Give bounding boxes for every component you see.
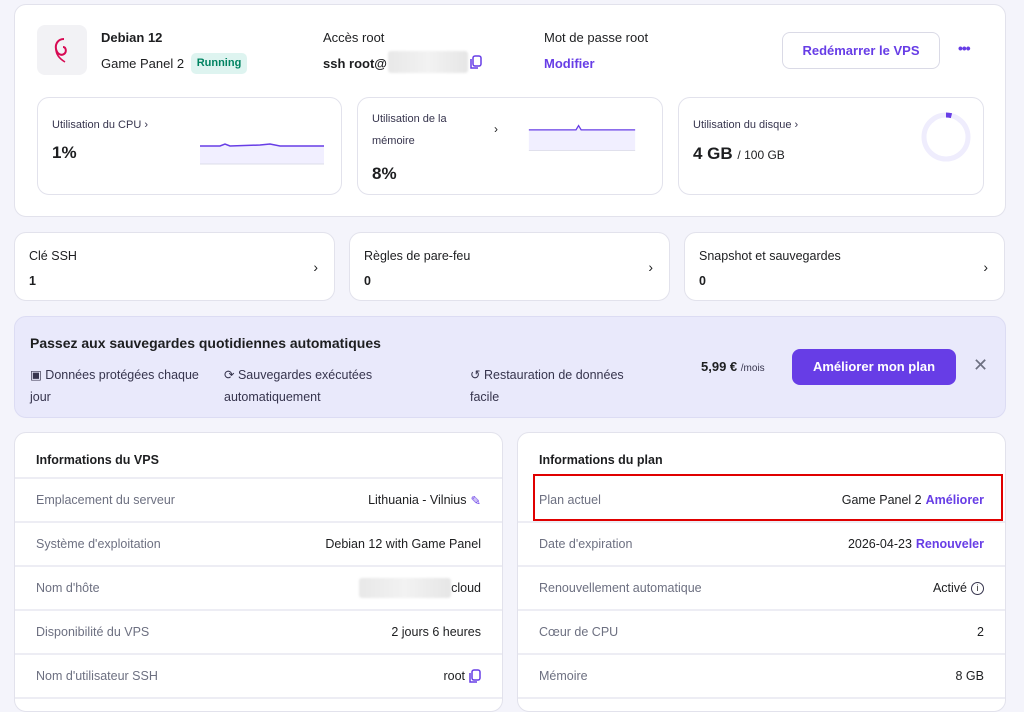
memory-value: 8% xyxy=(372,164,397,183)
calendar-icon: ▣ xyxy=(30,368,42,382)
vps-info-title: Informations du VPS xyxy=(36,453,159,467)
vps-info-panel: Informations du VPS Emplacement du serve… xyxy=(14,432,503,712)
memory-sparkline xyxy=(528,124,636,151)
history-icon: ↺ xyxy=(470,368,481,382)
cpu-cores: 2 xyxy=(977,625,984,639)
info-row xyxy=(15,697,502,711)
chevron-right-icon: › xyxy=(983,259,988,275)
row-label: Cœur de CPU xyxy=(539,625,619,639)
ssh-key-title: Clé SSH xyxy=(29,249,77,263)
chevron-right-icon: › xyxy=(648,259,653,275)
chevron-right-icon: › xyxy=(494,122,498,136)
snapshots-title: Snapshot et sauvegardes xyxy=(699,249,841,263)
disk-used: 4 GB xyxy=(693,144,733,163)
debian-logo xyxy=(37,25,87,75)
uptime: 2 jours 6 heures xyxy=(391,625,481,639)
ssh-command: ssh root@ xyxy=(323,56,387,71)
snapshots-count: 0 xyxy=(699,274,706,288)
memory: 8 GB xyxy=(955,669,985,683)
highlight-box xyxy=(533,474,1003,521)
banner-title: Passez aux sauvegardes quotidiennes auto… xyxy=(30,335,381,351)
feature-text: jour xyxy=(30,390,51,404)
info-icon[interactable]: i xyxy=(971,581,984,595)
info-row: Emplacement du serveur Lithuania - Vilniu… xyxy=(15,477,502,521)
row-label: Nom d'utilisateur SSH xyxy=(36,669,158,683)
cpu-label: Utilisation du CPU xyxy=(52,119,142,131)
disk-label: Utilisation du disque xyxy=(693,119,792,131)
firewall-rules-card[interactable]: Règles de pare-feu 0 › xyxy=(349,232,670,301)
info-row: Nom d'hôte cloud xyxy=(15,565,502,609)
ssh-key-count: 1 xyxy=(29,274,36,288)
info-row: Disponibilité du VPS 2 jours 6 heures xyxy=(15,609,502,653)
snapshots-card[interactable]: Snapshot et sauvegardes 0 › xyxy=(684,232,1005,301)
refresh-icon: ⟳ xyxy=(224,368,235,382)
row-label: Date d'expiration xyxy=(539,537,633,551)
price-period: /mois xyxy=(740,363,765,374)
info-row: Renouvellement automatique Activé i xyxy=(518,565,1005,609)
feature-text: Données protégées chaque xyxy=(45,368,199,382)
firewall-count: 0 xyxy=(364,274,371,288)
chevron-right-icon: › xyxy=(794,119,799,131)
ssh-username: root xyxy=(443,669,465,683)
feature-text: automatiquement xyxy=(224,390,321,404)
os-name: Debian 12 xyxy=(101,30,163,45)
auto-renewal-status: Activé xyxy=(932,581,967,595)
hostname-redacted xyxy=(359,578,452,598)
hostname: cloud xyxy=(451,581,481,595)
firewall-title: Règles de pare-feu xyxy=(364,249,471,263)
upgrade-plan-button[interactable]: Améliorer mon plan xyxy=(792,349,956,385)
memory-label-1: Utilisation de la xyxy=(372,113,447,125)
feature-restore: ↺ Restauration de données facile xyxy=(470,364,624,408)
ssh-key-card[interactable]: Clé SSH 1 › xyxy=(14,232,335,301)
feature-text: facile xyxy=(470,390,500,404)
feature-text: Restauration de données xyxy=(483,368,624,382)
price: 5,99 € xyxy=(701,359,738,374)
close-icon[interactable]: ✕ xyxy=(973,355,988,376)
renew-link[interactable]: Renouveler xyxy=(916,537,984,551)
feature-automatic: ⟳ Sauvegardes exécutées automatiquement xyxy=(224,364,372,408)
row-label: Mémoire xyxy=(539,669,588,683)
edit-icon[interactable]: ✎ xyxy=(471,493,481,508)
memory-label-2: mémoire xyxy=(372,135,415,147)
info-row xyxy=(518,697,1005,711)
copy-icon[interactable] xyxy=(470,55,482,69)
plan-info-title: Informations du plan xyxy=(539,453,663,467)
feature-daily: ▣ Données protégées chaque jour xyxy=(30,364,199,408)
info-row: Système d'exploitation Debian 12 with Gam… xyxy=(15,521,502,565)
operating-system: Debian 12 with Game Panel xyxy=(325,537,481,551)
more-options-icon[interactable]: ••• xyxy=(958,40,971,56)
server-location: Lithuania - Vilnius xyxy=(368,493,467,507)
row-label: Renouvellement automatique xyxy=(539,581,702,595)
root-password-label: Mot de passe root xyxy=(544,30,649,45)
root-access-label: Accès root xyxy=(323,30,385,45)
restart-vps-button[interactable]: Redémarrer le VPS xyxy=(782,32,940,69)
cpu-value: 1% xyxy=(52,143,77,162)
backup-upsell-banner: Passez aux sauvegardes quotidiennes auto… xyxy=(14,316,1006,418)
chevron-right-icon: › xyxy=(313,259,318,275)
row-label: Disponibilité du VPS xyxy=(36,625,150,639)
memory-usage-card[interactable]: Utilisation de la mémoire › 8% xyxy=(357,97,663,195)
disk-gauge xyxy=(921,112,971,162)
chevron-right-icon: › xyxy=(144,119,148,131)
ip-redacted xyxy=(388,51,468,73)
info-row: Mémoire 8 GB xyxy=(518,653,1005,697)
cpu-usage-card[interactable]: Utilisation du CPU › 1% xyxy=(37,97,342,195)
info-row: Nom d'utilisateur SSH root xyxy=(15,653,502,697)
info-row: Date d'expiration 2026-04-23 Renouveler xyxy=(518,521,1005,565)
disk-total: / 100 GB xyxy=(737,148,785,162)
cpu-sparkline xyxy=(200,143,324,165)
modify-password-link[interactable]: Modifier xyxy=(544,56,595,71)
row-label: Système d'exploitation xyxy=(36,537,161,551)
disk-usage-card[interactable]: Utilisation du disque › 4 GB / 100 GB xyxy=(678,97,984,195)
info-row: Cœur de CPU 2 xyxy=(518,609,1005,653)
row-label: Emplacement du serveur xyxy=(36,493,175,507)
copy-icon[interactable] xyxy=(469,669,481,683)
row-label: Nom d'hôte xyxy=(36,581,100,595)
feature-text: Sauvegardes exécutées xyxy=(237,368,373,382)
expiration-date: 2026-04-23 xyxy=(847,537,912,551)
status-badge: Running xyxy=(191,53,247,74)
plan-name: Game Panel 2 xyxy=(101,56,185,71)
